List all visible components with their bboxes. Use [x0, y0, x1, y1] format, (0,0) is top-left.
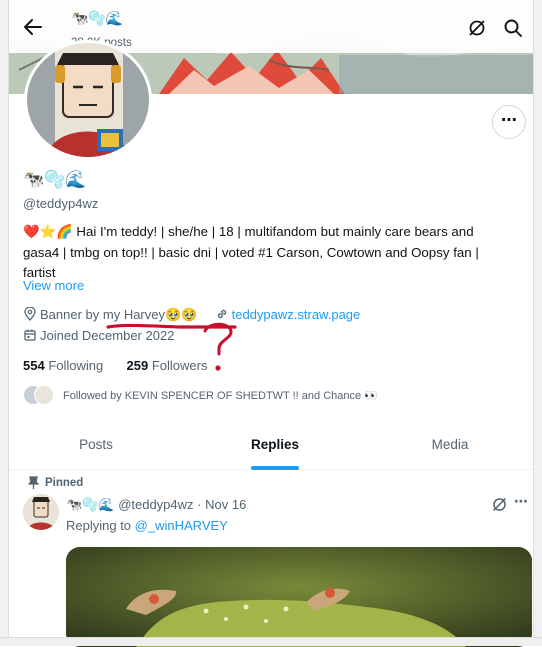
replying-to-row: Replying to @_winHARVEY [66, 518, 228, 533]
profile-website-link[interactable]: teddypawz.straw.page [232, 307, 361, 322]
location-icon [23, 306, 40, 322]
window-frame-right [533, 0, 542, 646]
profile-handle: @teddyp4wz [23, 196, 99, 211]
grok-icon[interactable] [491, 496, 508, 513]
pinned-label-row: Pinned [27, 476, 83, 489]
red-annotation-underline-question-mark [106, 322, 237, 371]
header-title: 🐄🫧🌊 [71, 10, 124, 26]
followed-by-text: Followed by KEVIN SPENCER OF SHEDTWT !! … [63, 390, 378, 402]
active-tab-indicator [251, 466, 299, 470]
grok-icon[interactable] [467, 18, 487, 38]
post-author-handle[interactable]: @teddyp4wz [118, 497, 193, 512]
back-arrow-icon[interactable] [21, 15, 45, 39]
calendar-icon [23, 328, 40, 343]
profile-display-name: 🐄🫧🌊 [23, 170, 87, 189]
following-link[interactable]: 554 Following [23, 358, 103, 373]
pin-icon [27, 476, 40, 493]
followed-by-row[interactable]: Followed by KEVIN SPENCER OF SHEDTWT !! … [23, 385, 378, 405]
tab-posts[interactable]: Posts [9, 422, 183, 469]
post-date[interactable]: Nov 16 [205, 497, 246, 512]
profile-avatar[interactable] [24, 40, 152, 160]
profile-bio: ❤️⭐🌈 Hai I'm teddy! | she/he | 18 | mult… [23, 224, 479, 280]
search-icon[interactable] [503, 18, 523, 38]
window-frame-bottom [0, 637, 542, 646]
more-options-button[interactable]: ⋯ [492, 105, 526, 139]
replying-to-link[interactable]: @_winHARVEY [135, 518, 228, 533]
followed-by-avatars [23, 385, 55, 405]
post-header: 🐄🫧🌊 @teddyp4wz · Nov 16 [66, 497, 246, 513]
post-more-icon[interactable]: ⋯ [514, 493, 528, 510]
view-more-link[interactable]: View more [23, 278, 84, 293]
post-author-name[interactable]: 🐄🫧🌊 [66, 497, 115, 512]
post-separator: · [197, 497, 202, 512]
post-author-avatar[interactable] [23, 494, 59, 530]
profile-tabs: Posts Replies Media [9, 422, 533, 470]
tab-replies[interactable]: Replies [183, 422, 367, 469]
window-frame-left [0, 0, 9, 646]
tab-media[interactable]: Media [367, 422, 533, 469]
post-media-image[interactable] [66, 547, 532, 647]
